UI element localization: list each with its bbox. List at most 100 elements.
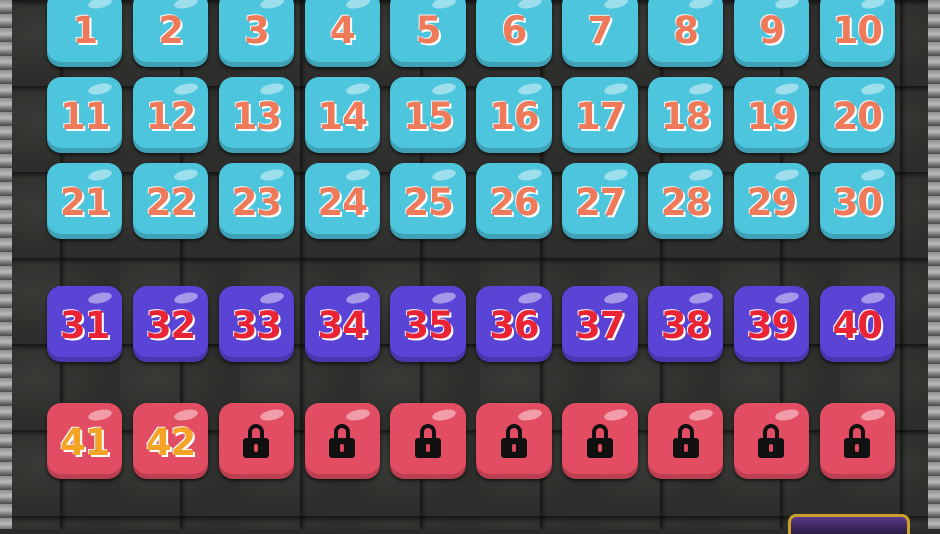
- level-button[interactable]: 27: [562, 163, 638, 239]
- corner-frame-button[interactable]: [788, 514, 910, 534]
- level-number: 35: [403, 303, 453, 347]
- level-button[interactable]: 5: [390, 0, 466, 67]
- level-number: 34: [317, 303, 368, 347]
- level-button[interactable]: 28: [647, 163, 724, 239]
- locked-level-button[interactable]: [218, 403, 295, 479]
- level-select-grid: 1 2 3 4 5 6 7 8 9 10 11 12 13 14 15 16 17 18 19 20 21 22 23 2…: [0, 0, 940, 529]
- level-button[interactable]: 13: [218, 77, 295, 153]
- level-button[interactable]: 16: [476, 77, 552, 153]
- level-number: 41: [59, 420, 110, 464]
- level-number: 11: [59, 94, 110, 138]
- lock-icon: [672, 424, 699, 458]
- level-number: 14: [317, 94, 368, 138]
- level-button[interactable]: 8: [647, 0, 724, 67]
- level-button[interactable]: 19: [733, 77, 810, 153]
- level-number: 30: [832, 180, 883, 224]
- level-number: 29: [746, 180, 797, 224]
- level-number: 23: [231, 180, 282, 224]
- level-button[interactable]: 37: [562, 286, 638, 362]
- level-button[interactable]: 20: [819, 77, 896, 153]
- level-number: 1: [72, 8, 98, 52]
- level-number: 39: [746, 303, 797, 347]
- lock-icon: [844, 424, 871, 458]
- level-button[interactable]: 7: [562, 0, 638, 67]
- level-button[interactable]: 29: [733, 163, 810, 239]
- level-number: 4: [329, 8, 356, 52]
- level-button[interactable]: 6: [476, 0, 552, 67]
- level-button[interactable]: 4: [304, 0, 380, 67]
- level-number: 2: [158, 8, 184, 52]
- level-button[interactable]: 40: [819, 286, 896, 362]
- level-number: 16: [489, 94, 539, 138]
- locked-level-button[interactable]: [476, 403, 552, 479]
- lock-icon: [758, 424, 785, 458]
- level-number: 17: [575, 94, 625, 138]
- level-button[interactable]: 26: [476, 163, 552, 239]
- lock-icon: [415, 424, 442, 458]
- level-number: 18: [660, 94, 711, 138]
- level-button[interactable]: 1: [47, 0, 123, 67]
- level-number: 33: [231, 303, 282, 347]
- level-number: 31: [59, 303, 110, 347]
- lock-icon: [500, 424, 527, 458]
- level-number: 22: [145, 180, 196, 224]
- level-number: 19: [746, 94, 797, 138]
- level-number: 37: [575, 303, 625, 347]
- level-button[interactable]: 31: [47, 286, 123, 362]
- level-number: 26: [489, 180, 539, 224]
- level-button[interactable]: 12: [132, 77, 209, 153]
- level-button[interactable]: 39: [733, 286, 810, 362]
- level-button[interactable]: 10: [819, 0, 896, 67]
- level-button[interactable]: 32: [132, 286, 209, 362]
- level-button[interactable]: 30: [819, 163, 896, 239]
- level-button[interactable]: 15: [390, 77, 466, 153]
- level-number: 6: [501, 8, 528, 52]
- level-number: 3: [244, 8, 270, 52]
- level-number: 27: [575, 180, 625, 224]
- level-button[interactable]: 42: [132, 403, 209, 479]
- level-number: 13: [231, 94, 282, 138]
- level-button[interactable]: 33: [218, 286, 295, 362]
- level-row-3: 21 22 23 24 25 26 27 28 29 30: [47, 163, 896, 239]
- level-number: 40: [832, 303, 883, 347]
- locked-level-button[interactable]: [562, 403, 638, 479]
- level-number: 24: [317, 180, 368, 224]
- level-button[interactable]: 11: [47, 77, 123, 153]
- level-row-2: 11 12 13 14 15 16 17 18 19 20: [47, 77, 896, 153]
- level-button[interactable]: 21: [47, 163, 123, 239]
- level-number: 32: [145, 303, 196, 347]
- lock-icon: [243, 424, 270, 458]
- level-button[interactable]: 25: [390, 163, 466, 239]
- level-button[interactable]: 41: [47, 403, 123, 479]
- level-button[interactable]: 34: [304, 286, 380, 362]
- level-button[interactable]: 3: [218, 0, 295, 67]
- level-button[interactable]: 18: [647, 77, 724, 153]
- level-number: 28: [660, 180, 711, 224]
- level-button[interactable]: 2: [132, 0, 209, 67]
- level-button[interactable]: 35: [390, 286, 466, 362]
- level-button[interactable]: 9: [733, 0, 810, 67]
- level-number: 5: [415, 8, 442, 52]
- level-number: 21: [59, 180, 110, 224]
- locked-level-button[interactable]: [819, 403, 896, 479]
- level-number: 38: [660, 303, 711, 347]
- lock-icon: [329, 424, 356, 458]
- level-number: 25: [403, 180, 453, 224]
- locked-level-button[interactable]: [647, 403, 724, 479]
- locked-level-button[interactable]: [733, 403, 810, 479]
- level-row-4: 31 32 33 34 35 36 37 38 39 40: [47, 286, 896, 362]
- level-button[interactable]: 17: [562, 77, 638, 153]
- level-button[interactable]: 22: [132, 163, 209, 239]
- level-number: 36: [489, 303, 539, 347]
- level-number: 20: [832, 94, 883, 138]
- level-number: 15: [403, 94, 453, 138]
- level-button[interactable]: 38: [647, 286, 724, 362]
- level-button[interactable]: 24: [304, 163, 380, 239]
- level-number: 8: [673, 8, 699, 52]
- locked-level-button[interactable]: [390, 403, 466, 479]
- level-button[interactable]: 23: [218, 163, 295, 239]
- level-row-5: 41 42: [47, 403, 896, 479]
- level-button[interactable]: 36: [476, 286, 552, 362]
- level-button[interactable]: 14: [304, 77, 380, 153]
- locked-level-button[interactable]: [304, 403, 380, 479]
